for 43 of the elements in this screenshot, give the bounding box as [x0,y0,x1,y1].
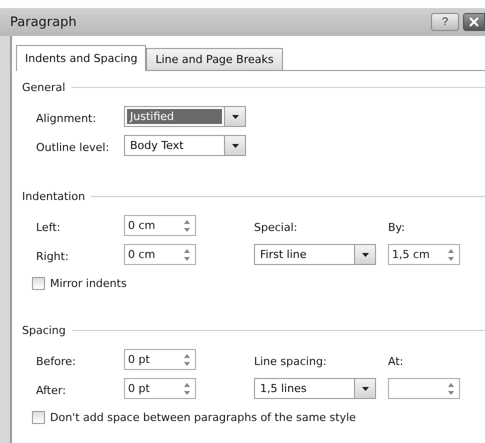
spin-field[interactable]: 0 pt [124,378,196,399]
field-label: Right: [36,250,70,265]
close-icon [469,17,479,27]
field-label: Outline level: [36,141,110,156]
field-label: Alignment: [36,112,98,127]
section-heading: Indentation [22,190,86,203]
help-button[interactable]: ? [431,13,459,31]
checkbox[interactable] [32,411,45,424]
field-label: Left: [36,221,62,236]
spin-field[interactable]: 1,5 cm [388,244,460,265]
spin-field[interactable] [388,378,460,399]
section-heading: General [22,81,66,94]
checkbox-label: Don't add space between paragraphs of the same style [50,411,356,424]
dropdown-arrow-icon [232,144,238,148]
spin-arrows-icon[interactable] [447,382,455,396]
spin-arrows-icon[interactable] [183,352,191,366]
tab[interactable]: Indents and Spacing [16,45,146,71]
spin-arrows-icon[interactable] [183,382,191,396]
dropdown-arrow-icon [362,386,368,390]
checkbox-label: Mirror indents [50,277,127,290]
dropdown-arrow-icon [362,252,368,256]
checkbox[interactable] [32,277,45,290]
close-button[interactable] [463,13,485,31]
field-label: Line spacing: [254,355,328,370]
dropdown-field[interactable]: 1,5 lines [254,378,376,399]
spin-arrows-icon[interactable] [183,248,191,262]
spin-field[interactable]: 0 cm [124,215,196,236]
field-label: Special: [254,221,298,236]
field-label: Before: [36,355,77,370]
tab[interactable]: Line and Page Breaks [146,48,283,70]
field-label: At: [388,355,404,370]
dropdown-field[interactable]: Justified [124,106,246,127]
section-heading: Spacing [22,324,66,337]
spin-arrows-icon[interactable] [183,218,191,232]
field-label: By: [388,221,406,236]
spin-arrows-icon[interactable] [447,248,455,262]
dropdown-field[interactable]: Body Text [124,135,246,156]
spin-field[interactable]: 0 cm [124,244,196,265]
window-title: Paragraph [10,14,78,30]
field-label: After: [36,384,67,399]
spin-field[interactable]: 0 pt [124,349,196,370]
dropdown-field[interactable]: First line [254,244,376,265]
dropdown-arrow-icon [232,114,238,118]
